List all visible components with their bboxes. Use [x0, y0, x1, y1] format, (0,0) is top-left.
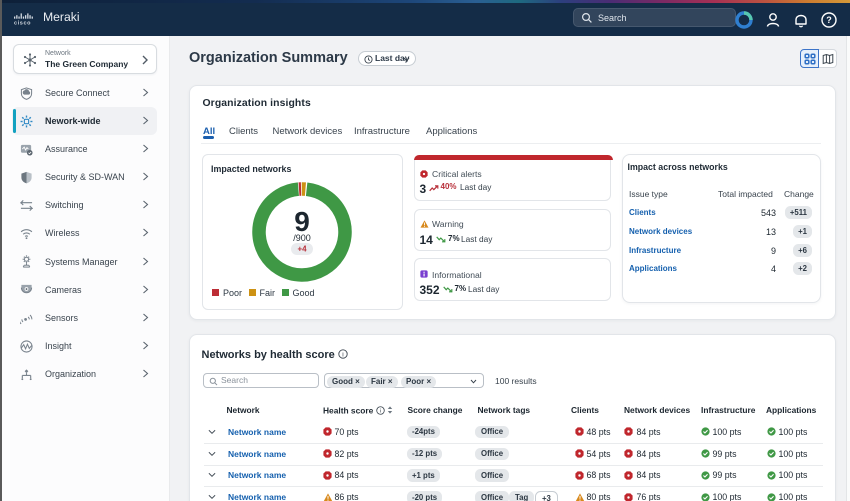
- svg-text:i: i: [342, 351, 343, 358]
- svg-text:?: ?: [826, 15, 832, 25]
- svg-text:i: i: [379, 408, 380, 414]
- svg-text:cisco: cisco: [14, 21, 31, 27]
